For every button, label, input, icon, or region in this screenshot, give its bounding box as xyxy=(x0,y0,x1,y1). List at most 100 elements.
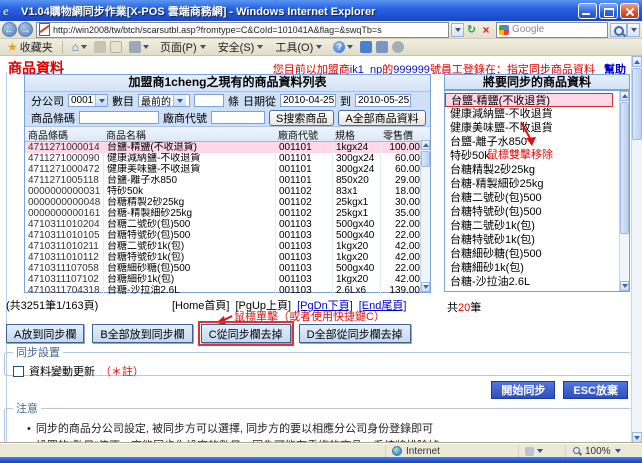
data-update-label: 資料變動更新 xyxy=(29,363,95,379)
back-button[interactable]: ← xyxy=(2,22,17,37)
action-button-d[interactable]: D全部從同步欄去掉 xyxy=(299,324,411,343)
action-button-b[interactable]: B全部放到同步欄 xyxy=(92,324,192,343)
gear-icon[interactable] xyxy=(392,41,404,53)
zoom-button[interactable]: 100% xyxy=(566,445,642,457)
vendor-input[interactable] xyxy=(211,111,265,124)
count-select[interactable]: 最前的 xyxy=(138,94,190,107)
sync-list-item[interactable]: 台糖特號砂(包)500 xyxy=(445,205,618,219)
sync-list-scrollbar[interactable] xyxy=(619,91,629,291)
start-sync-button[interactable]: 開始同步 xyxy=(491,381,555,399)
search-input[interactable]: Google xyxy=(496,22,608,38)
table-row[interactable]: 0000000000161台糖-精製細砂25kg00110225kgx135.0… xyxy=(25,208,430,219)
cell-barcode: 4710311010112 xyxy=(25,252,103,263)
search-button[interactable] xyxy=(610,23,627,37)
favorites-label: 收藏夹 xyxy=(20,39,53,55)
sync-list-item[interactable]: 台糖二號砂1k(包) xyxy=(445,219,618,233)
product-list-panel: 加盟商1cheng之現有的商品資料列表 分公司 0001 數目 最前的 條 日期… xyxy=(24,74,431,293)
table-row[interactable]: 4710311010204台糖二號砂(包)500001103500gx4022.… xyxy=(25,219,430,230)
sync-list-item[interactable]: 台糖細砂糖(包)500 xyxy=(445,247,618,261)
action-button-a[interactable]: A放到同步欄 xyxy=(6,324,84,343)
restore-button[interactable] xyxy=(599,3,618,19)
cell-vendor: 001103 xyxy=(275,252,332,263)
table-row[interactable]: 4710311010112台糖特號砂1k(包)0011031kgx2042.00 xyxy=(25,252,430,263)
print-icon xyxy=(129,41,141,53)
count-input[interactable] xyxy=(194,94,224,107)
refresh-icon[interactable]: ↻ xyxy=(464,23,479,37)
messenger-icon[interactable] xyxy=(360,41,372,53)
menu-tools[interactable]: 工具(O) xyxy=(271,38,326,56)
home-button[interactable]: ⌂ xyxy=(69,39,90,55)
date-from-input[interactable]: 2010-04-25 xyxy=(280,94,336,107)
feeds-icon[interactable] xyxy=(94,41,106,53)
sync-list-item[interactable]: 台糖-沙拉油2.6L xyxy=(445,275,618,289)
barcode-input[interactable] xyxy=(79,111,159,124)
sync-list-item[interactable]: 台鹽-精鹽(不收退貨) xyxy=(445,93,613,107)
count-label: 數目 xyxy=(112,93,134,109)
sync-list-item[interactable]: 台糖特號砂1k(包) xyxy=(445,233,618,247)
cell-barcode: 0000000000161 xyxy=(25,208,103,219)
cell-price: 42.00 xyxy=(380,274,422,285)
branch-select[interactable]: 0001 xyxy=(68,94,108,107)
taskbar-strip[interactable] xyxy=(0,457,642,463)
cell-price: 18.00 xyxy=(380,186,422,197)
page-scroll-down-icon[interactable] xyxy=(632,432,642,443)
table-row[interactable]: 4711271005118台鹽-離子水850001101850x2029.00 xyxy=(25,175,430,186)
sync-list-item[interactable]: 台糖-精製細砂25kg xyxy=(445,177,618,191)
cell-price: 60.00 xyxy=(380,153,422,164)
sync-scroll-up-icon[interactable] xyxy=(620,91,629,101)
menu-safety[interactable]: 安全(S) xyxy=(214,38,268,56)
cell-name: 台糖二號砂1k(包) xyxy=(103,241,275,252)
stop-icon[interactable]: × xyxy=(479,23,493,37)
date-to-input[interactable]: 2010-05-25 xyxy=(355,94,411,107)
sync-list-item[interactable]: 台糖二號砂(包)500 xyxy=(445,191,618,205)
esc-cancel-button[interactable]: ESC放棄 xyxy=(563,381,628,399)
table-row[interactable]: 4711271000014台鹽-精鹽(不收退貨)0011011kgx24100.… xyxy=(25,142,430,153)
address-dropdown-button[interactable] xyxy=(451,23,464,37)
table-row[interactable]: 4710311010211台糖二號砂1k(包)0011031kgx2042.00 xyxy=(25,241,430,252)
page-scrollbar[interactable] xyxy=(631,56,642,443)
page-scroll-up-icon[interactable] xyxy=(632,56,642,67)
ie-logo-icon: e xyxy=(3,4,17,18)
minimize-button[interactable] xyxy=(578,3,597,19)
action-button-c[interactable]: C從同步欄去掉 xyxy=(201,324,291,343)
date-from-label: 日期從 xyxy=(243,93,276,109)
favorites-button[interactable]: ★ 收藏夹 xyxy=(4,38,56,56)
help-button[interactable]: ? xyxy=(330,40,356,54)
forward-button[interactable]: → xyxy=(18,22,33,37)
protected-mode-button[interactable] xyxy=(519,445,566,457)
menu-page[interactable]: 页面(P) xyxy=(156,38,210,56)
table-row[interactable]: 0000000000031特砂50k00110283x118.00 xyxy=(25,186,430,197)
cell-name: 台糖-精製細砂25kg xyxy=(103,208,275,219)
table-scrollbar-thumb[interactable] xyxy=(421,151,430,167)
table-row[interactable]: 4711271000472健康美味鹽-不收退貨001101300gx2460.0… xyxy=(25,164,430,175)
table-scroll-down-icon[interactable] xyxy=(421,282,430,292)
print-button[interactable] xyxy=(126,40,152,54)
cell-vendor: 001103 xyxy=(275,274,332,285)
sync-scroll-down-icon[interactable] xyxy=(620,281,629,291)
table-scrollbar[interactable] xyxy=(420,140,430,292)
table-row[interactable]: 4710311107102台糖細砂1k(包)0011031kgx2042.00 xyxy=(25,274,430,285)
all-products-button[interactable]: A全部商品資料 xyxy=(338,110,425,126)
table-row[interactable]: 0000000000048台糖精製2砂25kg00110225kgx130.00 xyxy=(25,197,430,208)
sync-scrollbar-thumb[interactable] xyxy=(620,102,629,234)
page-scrollbar-thumb[interactable] xyxy=(632,68,642,140)
mail-icon[interactable] xyxy=(110,41,122,53)
search-dropdown-button[interactable] xyxy=(627,23,640,37)
data-update-checkbox[interactable] xyxy=(13,366,24,377)
help-icon: ? xyxy=(333,41,345,53)
table-row[interactable]: 4710311704318台糖-沙拉油2.6L0011032.6Lx6139.0… xyxy=(25,285,430,296)
table-row[interactable]: 4710311107058台糖細砂糖(包)500001103500gx4022.… xyxy=(25,263,430,274)
table-row[interactable]: 4710311010105台糖特號砂(包)500001103500gx4022.… xyxy=(25,230,430,241)
sync-list-item[interactable]: 健康減納鹽-不收退貨 xyxy=(445,107,618,121)
sync-list-item[interactable]: 台糖細砂1k(包) xyxy=(445,261,618,275)
sync-list-item[interactable]: 台糖精製2砂25kg xyxy=(445,163,618,177)
search-products-button[interactable]: S搜索商品 xyxy=(269,110,334,126)
table-row[interactable]: 4711271000090健康減納鹽-不收退貨001101300gx2460.0… xyxy=(25,153,430,164)
table-scroll-up-icon[interactable] xyxy=(421,140,430,150)
cell-barcode: 4710311010105 xyxy=(25,230,103,241)
cell-vendor: 001101 xyxy=(275,142,332,153)
research-icon[interactable] xyxy=(376,41,388,53)
close-button[interactable] xyxy=(620,3,639,19)
cell-vendor: 001103 xyxy=(275,263,332,274)
address-input[interactable]: http://win2008/tw/btch/scarsutbl.asp?fro… xyxy=(36,22,449,38)
